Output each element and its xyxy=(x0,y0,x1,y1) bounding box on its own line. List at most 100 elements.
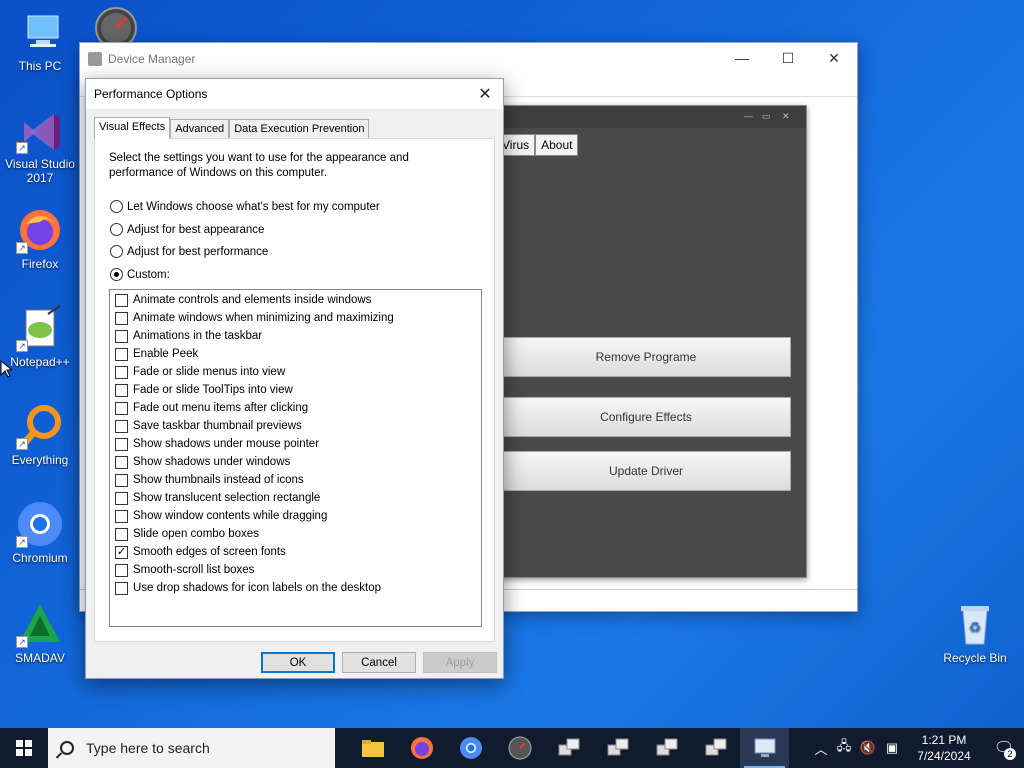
network-icon[interactable]: 🖧 xyxy=(832,737,856,759)
desktop-icon-recycle-bin[interactable]: ♻ Recycle Bin xyxy=(935,600,1015,665)
checkbox[interactable] xyxy=(115,509,128,523)
taskbar-chromium[interactable] xyxy=(446,728,495,768)
close-button[interactable]: ✕ xyxy=(811,43,857,73)
minimize-button[interactable]: — xyxy=(719,43,765,73)
radio-custom[interactable]: Custom: xyxy=(110,268,170,281)
desktop-icon-firefox[interactable]: ↗ Firefox xyxy=(0,206,80,271)
taskbar-network-app-2[interactable] xyxy=(593,728,642,768)
tab-virus[interactable]: Virus xyxy=(501,134,536,156)
radio-button[interactable] xyxy=(110,268,123,281)
radio-button[interactable] xyxy=(110,223,123,236)
checkbox[interactable] xyxy=(115,437,128,451)
radio-best-appearance[interactable]: Adjust for best appearance xyxy=(110,223,264,236)
taskbar-firefox[interactable] xyxy=(397,728,446,768)
checkbox-item[interactable]: Show shadows under windows xyxy=(115,453,290,471)
checkbox[interactable] xyxy=(115,419,128,433)
volume-muted-icon[interactable]: 🔇 xyxy=(856,740,880,756)
checkbox[interactable] xyxy=(115,527,128,541)
checkbox-item[interactable]: Fade or slide menus into view xyxy=(115,363,285,381)
taskbar-device-manager[interactable] xyxy=(740,728,789,768)
taskbar-file-explorer[interactable] xyxy=(348,728,397,768)
maximize-button[interactable]: ☐ xyxy=(765,43,811,73)
checkbox-item[interactable]: Fade out menu items after clicking xyxy=(115,399,308,417)
apply-button[interactable]: Apply xyxy=(423,652,497,673)
radio-best-performance[interactable]: Adjust for best performance xyxy=(110,245,268,258)
radio-label: Adjust for best appearance xyxy=(127,223,265,236)
remove-programe-button[interactable]: Remove Programe xyxy=(501,337,791,377)
checkbox-item[interactable]: Animate controls and elements inside win… xyxy=(115,291,371,309)
taskbar-speedometer[interactable] xyxy=(495,728,544,768)
show-hidden-icons-chevron-icon[interactable]: ︿ xyxy=(810,739,832,758)
checkbox-item[interactable]: ✓ Smooth edges of screen fonts xyxy=(115,543,286,561)
start-button[interactable] xyxy=(0,728,48,768)
ok-button[interactable]: OK xyxy=(261,652,335,673)
radio-button[interactable] xyxy=(110,200,123,213)
checkbox-item[interactable]: Fade or slide ToolTips into view xyxy=(115,381,293,399)
checkbox-item[interactable]: Slide open combo boxes xyxy=(115,525,259,543)
checkbox-label: Enable Peek xyxy=(133,348,199,360)
tab-visual-effects[interactable]: Visual Effects xyxy=(94,117,171,139)
checkbox-item[interactable]: Show thumbnails instead of icons xyxy=(115,471,304,489)
tool-window[interactable]: — ▭ ✕ Virus About Remove Programe Config… xyxy=(500,105,807,578)
tab-advanced[interactable]: Advanced xyxy=(170,119,230,139)
settings-description: Select the settings you want to use for … xyxy=(109,152,409,179)
checkbox-item[interactable]: Animate windows when minimizing and maxi… xyxy=(115,309,394,327)
checkbox-label: Use drop shadows for icon labels on the … xyxy=(133,582,382,594)
taskbar-network-app-1[interactable] xyxy=(544,728,593,768)
taskbar-clock[interactable]: 1:21 PM 7/24/2024 xyxy=(904,732,984,764)
checkbox[interactable]: ✓ xyxy=(115,545,128,559)
taskbar-network-app-4[interactable] xyxy=(691,728,740,768)
display-icon[interactable]: ▣ xyxy=(880,740,904,756)
checkbox-item[interactable]: Animations in the taskbar xyxy=(115,327,262,345)
desktop-icon-this-pc[interactable]: This PC xyxy=(0,8,80,73)
tool-close-icon[interactable]: ✕ xyxy=(782,111,794,121)
checkbox[interactable] xyxy=(115,329,128,343)
radio-let-windows-choose[interactable]: Let Windows choose what's best for my co… xyxy=(110,200,380,213)
checkbox[interactable] xyxy=(115,581,128,595)
desktop-icon-chromium[interactable]: ↗ Chromium xyxy=(0,500,80,565)
checkbox[interactable] xyxy=(115,455,128,469)
checkbox[interactable] xyxy=(115,311,128,325)
desktop-icon-notepadpp[interactable]: ↗ Notepad++ xyxy=(0,304,80,369)
tab-about[interactable]: About xyxy=(535,134,579,156)
checkbox-label: Fade out menu items after clicking xyxy=(133,402,309,414)
checkbox[interactable] xyxy=(115,473,128,487)
taskbar-search[interactable]: Type here to search xyxy=(48,728,335,768)
checkbox[interactable] xyxy=(115,347,128,361)
dialog-close-button[interactable]: ✕ xyxy=(473,83,497,105)
tab-data-execution-prevention[interactable]: Data Execution Prevention xyxy=(229,119,370,139)
checkbox[interactable] xyxy=(115,491,128,505)
desktop-icon-smadav[interactable]: ↗ SMADAV xyxy=(0,600,80,665)
configure-effects-button[interactable]: Configure Effects xyxy=(501,397,791,437)
checkbox-item[interactable]: Smooth-scroll list boxes xyxy=(115,561,254,579)
dialog-titlebar[interactable]: Performance Options ✕ xyxy=(86,79,503,109)
notification-count: 2 xyxy=(1004,748,1016,760)
shortcut-arrow-icon: ↗ xyxy=(16,142,28,154)
checkbox[interactable] xyxy=(115,293,128,307)
checkbox-label: Show window contents while dragging xyxy=(133,510,328,522)
checkbox-item[interactable]: Enable Peek xyxy=(115,345,198,363)
checkbox-item[interactable]: Show window contents while dragging xyxy=(115,507,327,525)
visual-effects-list[interactable]: Animate controls and elements inside win… xyxy=(109,289,482,627)
update-driver-button[interactable]: Update Driver xyxy=(501,451,791,491)
checkbox[interactable] xyxy=(115,563,128,577)
tool-window-titlebar[interactable]: — ▭ ✕ xyxy=(501,106,806,128)
checkbox[interactable] xyxy=(115,365,128,379)
checkbox[interactable] xyxy=(115,383,128,397)
dialog-tabs: Visual Effects Advanced Data Execution P… xyxy=(94,117,370,139)
action-center-button[interactable]: 🗨 2 xyxy=(984,728,1024,768)
taskbar-network-app-3[interactable] xyxy=(642,728,691,768)
desktop-icon-visual-studio[interactable]: ↗ Visual Studio 2017 xyxy=(0,106,80,185)
tool-maximize-icon[interactable]: ▭ xyxy=(762,111,774,121)
cancel-button[interactable]: Cancel xyxy=(342,652,416,673)
checkbox-item[interactable]: Show translucent selection rectangle xyxy=(115,489,320,507)
checkbox[interactable] xyxy=(115,401,128,415)
checkbox-item[interactable]: Use drop shadows for icon labels on the … xyxy=(115,579,381,597)
checkbox-item[interactable]: Save taskbar thumbnail previews xyxy=(115,417,302,435)
performance-options-dialog[interactable]: Performance Options ✕ Visual Effects Adv… xyxy=(85,78,504,679)
tool-minimize-icon[interactable]: — xyxy=(744,111,756,121)
radio-button[interactable] xyxy=(110,245,123,258)
checkbox-label: Animations in the taskbar xyxy=(133,330,263,342)
checkbox-item[interactable]: Show shadows under mouse pointer xyxy=(115,435,319,453)
desktop-icon-everything[interactable]: ↗ Everything xyxy=(0,402,80,467)
